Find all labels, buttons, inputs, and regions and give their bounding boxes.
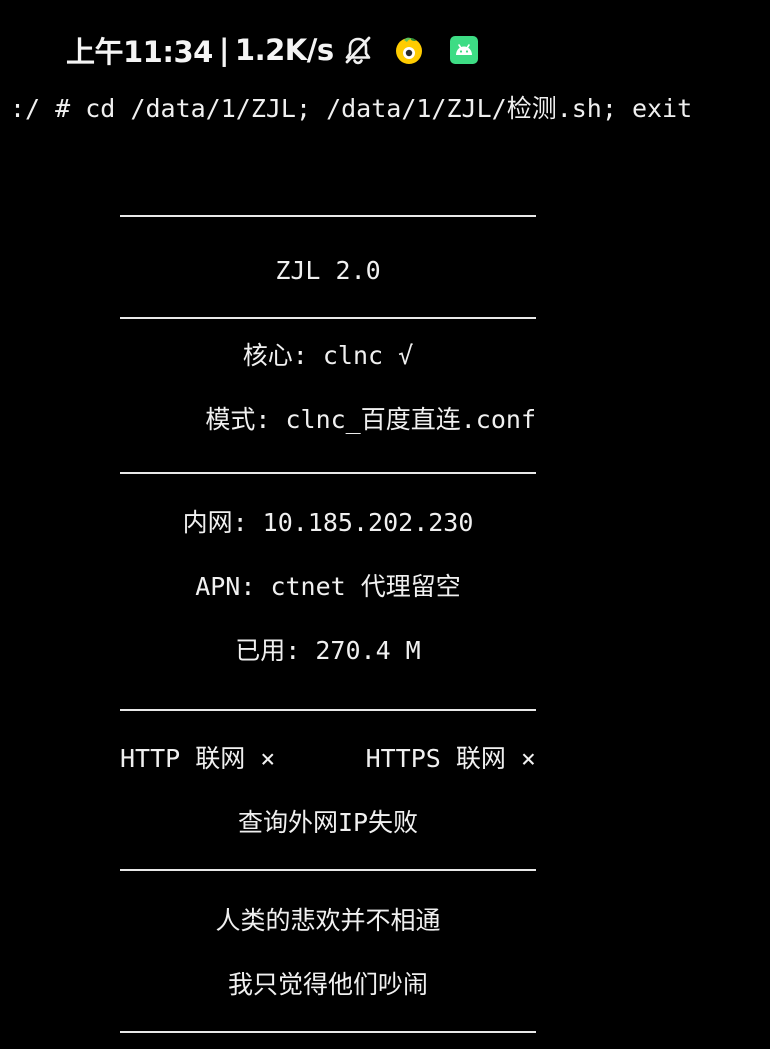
quote-line-2: 我只觉得他们吵闹 xyxy=(227,970,428,999)
https-status: HTTPS 联网 × xyxy=(365,744,536,773)
status-bar: 上午11:34 | 1.2K/s xyxy=(66,28,478,72)
apn-info: APN: ctnet 代理留空 xyxy=(195,572,461,601)
app-title: ZJL 2.0 xyxy=(275,256,381,285)
core-status: 核心: clnc √ xyxy=(242,341,414,370)
android-icon xyxy=(432,36,478,64)
status-separator: | xyxy=(218,33,230,67)
bell-muted-icon xyxy=(342,34,374,66)
intranet-ip: 内网: 10.185.202.230 xyxy=(182,508,474,537)
connectivity-row: HTTP 联网 × HTTPS 联网 × xyxy=(120,727,536,791)
ip-query-status: 查询外网IP失败 xyxy=(237,808,419,837)
quote-line-1: 人类的悲欢并不相通 xyxy=(215,906,441,935)
mode-status: 模式: clnc_百度直连.conf xyxy=(205,405,536,434)
divider xyxy=(120,1031,536,1033)
network-speed: 1.2K/s xyxy=(234,33,334,67)
command-line: :/ # cd /data/1/ZJL; /data/1/ZJL/检测.sh; … xyxy=(10,94,693,123)
http-status: HTTP 联网 × xyxy=(120,744,276,773)
clock: 上午11:34 xyxy=(66,35,213,69)
terminal-output: ZJL 2.0 核心: clnc √ 模式: clnc_百度直连.conf 内网… xyxy=(120,200,536,1033)
data-used: 已用: 270.4 M xyxy=(235,636,421,665)
qq-icon xyxy=(382,35,424,65)
